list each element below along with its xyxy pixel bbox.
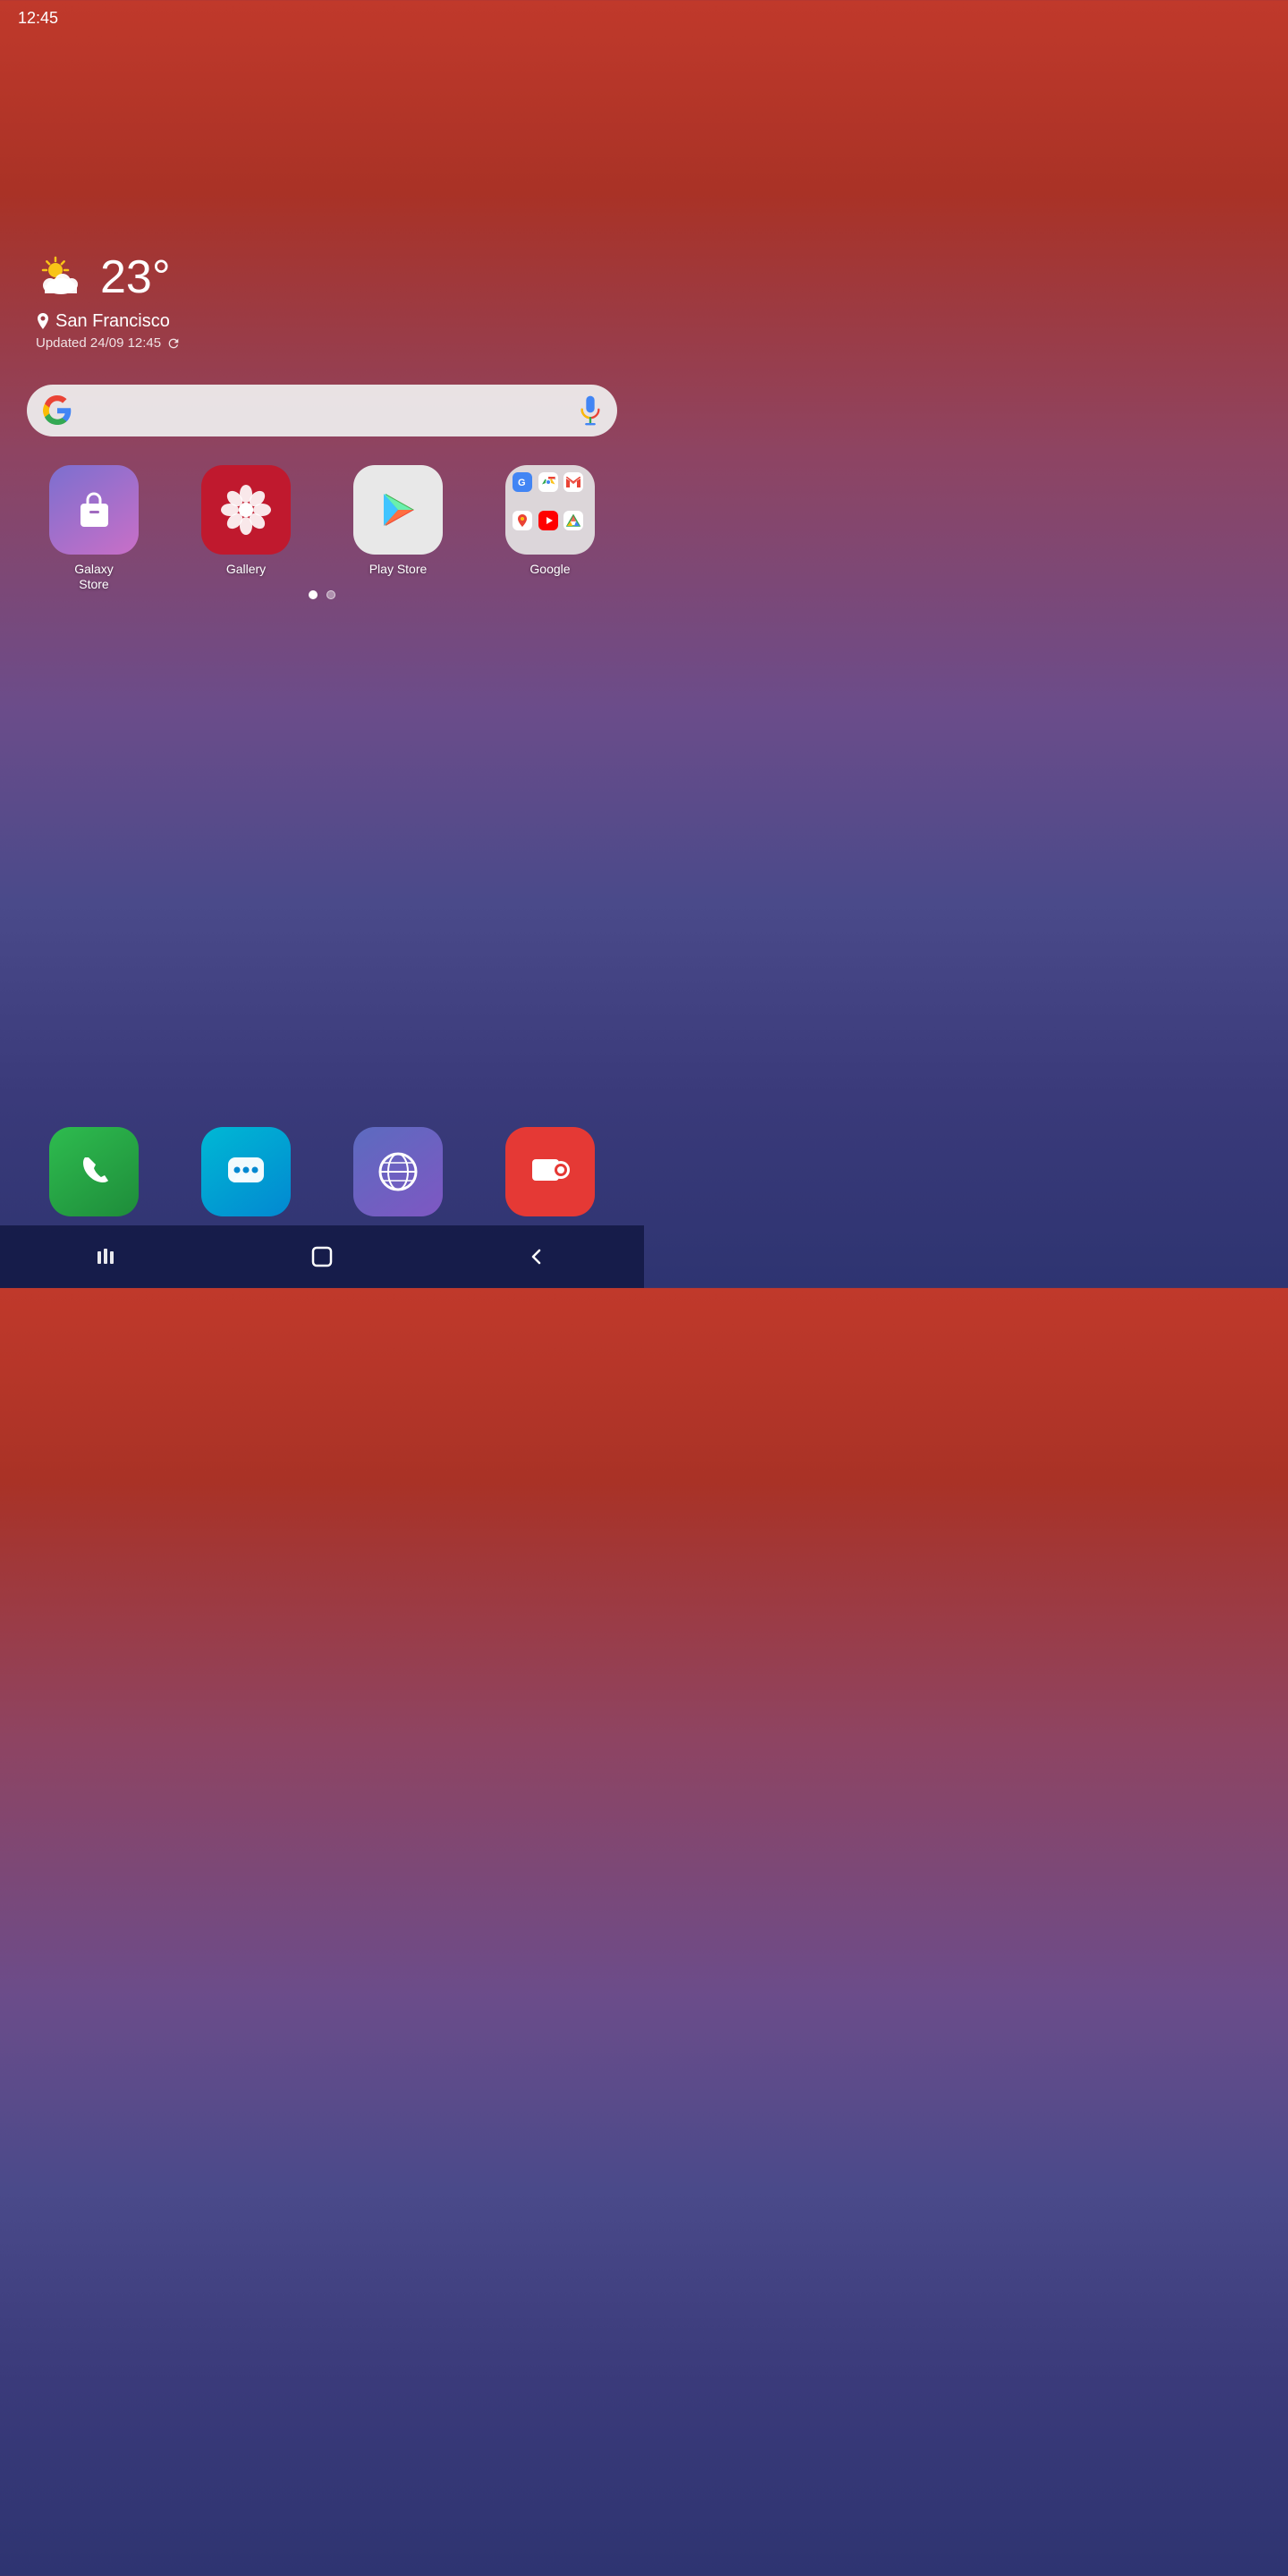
weather-top: 23° bbox=[36, 250, 181, 304]
folder-grid: G bbox=[505, 465, 595, 555]
recent-apps-button[interactable] bbox=[80, 1239, 134, 1275]
status-bar: 12:45 bbox=[0, 0, 644, 36]
page-dot-2[interactable] bbox=[326, 590, 335, 599]
dock bbox=[0, 1127, 644, 1216]
app-icon-gallery bbox=[201, 465, 291, 555]
app-icon-galaxy-store bbox=[49, 465, 139, 555]
google-logo bbox=[41, 394, 73, 427]
weather-icon bbox=[36, 256, 89, 299]
dock-app-messages[interactable] bbox=[183, 1127, 309, 1216]
app-item-play-store[interactable]: Play Store bbox=[335, 465, 461, 592]
svg-text:G: G bbox=[518, 478, 526, 488]
app-item-gallery[interactable]: Gallery bbox=[183, 465, 309, 592]
page-dot-1[interactable] bbox=[309, 590, 318, 599]
app-label-galaxy-store: GalaxyStore bbox=[74, 562, 114, 592]
weather-temperature: 23° bbox=[100, 250, 171, 304]
microphone-icon[interactable] bbox=[578, 394, 603, 427]
search-bar[interactable] bbox=[27, 385, 617, 436]
weather-location: San Francisco bbox=[36, 311, 181, 332]
page-dots bbox=[0, 590, 644, 599]
app-icon-play-store bbox=[353, 465, 443, 555]
weather-city: San Francisco bbox=[55, 311, 170, 332]
status-time: 12:45 bbox=[18, 9, 58, 28]
nav-bar bbox=[0, 1225, 644, 1288]
weather-updated: Updated 24/09 12:45 bbox=[36, 335, 181, 351]
app-icon-samsung-internet bbox=[353, 1127, 443, 1216]
app-icon-messages bbox=[201, 1127, 291, 1216]
app-grid: GalaxyStore Gallery bbox=[0, 465, 644, 592]
app-label-google-folder: Google bbox=[530, 562, 570, 577]
dock-app-screen-recorder[interactable] bbox=[487, 1127, 613, 1216]
app-item-galaxy-store[interactable]: GalaxyStore bbox=[31, 465, 157, 592]
dock-app-phone[interactable] bbox=[31, 1127, 157, 1216]
app-item-google-folder[interactable]: G bbox=[487, 465, 613, 592]
back-button[interactable] bbox=[510, 1239, 564, 1275]
weather-widget[interactable]: 23° San Francisco Updated 24/09 12:45 bbox=[36, 250, 181, 351]
app-label-gallery: Gallery bbox=[226, 562, 266, 577]
dock-app-internet[interactable] bbox=[335, 1127, 461, 1216]
app-icon-google-folder: G bbox=[505, 465, 595, 555]
app-icon-phone bbox=[49, 1127, 139, 1216]
app-icon-screen-recorder bbox=[505, 1127, 595, 1216]
app-label-play-store: Play Store bbox=[369, 562, 428, 577]
home-button[interactable] bbox=[295, 1239, 349, 1275]
